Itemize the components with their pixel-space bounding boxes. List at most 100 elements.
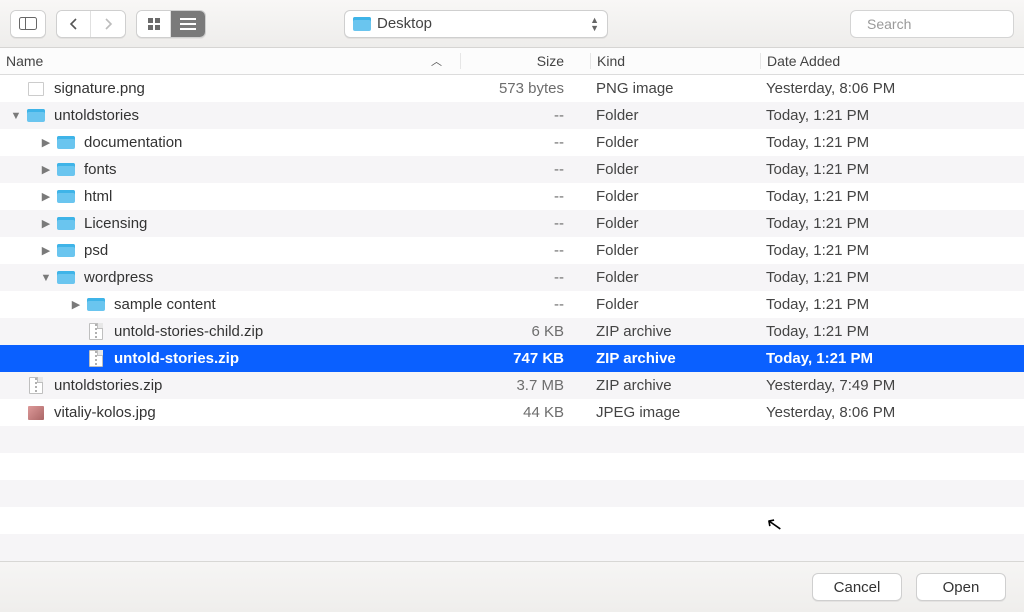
column-date[interactable]: Date Added	[760, 53, 1024, 69]
file-name: untoldstories.zip	[54, 377, 162, 394]
table-row[interactable]: untold-stories-child.zip6 KBZIP archiveT…	[0, 318, 1024, 345]
search-field[interactable]	[850, 10, 1014, 38]
disclosure-triangle-icon[interactable]: ▶	[40, 217, 52, 230]
file-date: Today, 1:21 PM	[760, 107, 1024, 124]
folder-icon	[56, 163, 76, 176]
file-kind: ZIP archive	[590, 323, 760, 340]
file-size: --	[460, 242, 590, 259]
file-name: Licensing	[84, 215, 147, 232]
image-file-icon	[26, 82, 46, 96]
file-kind: Folder	[590, 161, 760, 178]
table-row[interactable]: ▶documentation--FolderToday, 1:21 PM	[0, 129, 1024, 156]
file-name: fonts	[84, 161, 117, 178]
table-row[interactable]: ▶psd--FolderToday, 1:21 PM	[0, 237, 1024, 264]
column-header: Name ︿ Size Kind Date Added	[0, 48, 1024, 75]
file-size: 3.7 MB	[460, 377, 590, 394]
view-mode-group	[136, 10, 206, 38]
disclosure-triangle-icon[interactable]: ▶	[40, 244, 52, 257]
sidebar-toggle-button[interactable]	[11, 11, 45, 37]
search-input[interactable]	[867, 16, 1024, 32]
column-kind[interactable]: Kind	[590, 53, 760, 69]
file-kind: Folder	[590, 188, 760, 205]
file-kind: ZIP archive	[590, 350, 760, 367]
table-row-empty	[0, 507, 1024, 534]
disclosure-triangle-icon[interactable]: ▼	[10, 110, 22, 122]
sort-indicator-icon: ︿	[431, 53, 442, 69]
table-row-empty	[0, 453, 1024, 480]
footer: Cancel Open	[0, 561, 1024, 612]
file-size: 6 KB	[460, 323, 590, 340]
column-name-label: Name	[6, 53, 43, 69]
file-name: signature.png	[54, 80, 145, 97]
file-date: Today, 1:21 PM	[760, 134, 1024, 151]
disclosure-triangle-icon[interactable]: ▶	[40, 136, 52, 149]
table-row-empty	[0, 426, 1024, 453]
disclosure-triangle-icon[interactable]: ▶	[70, 298, 82, 311]
file-kind: ZIP archive	[590, 377, 760, 394]
file-kind: JPEG image	[590, 404, 760, 421]
chevron-right-icon	[103, 18, 113, 30]
table-row[interactable]: ▼wordpress--FolderToday, 1:21 PM	[0, 264, 1024, 291]
file-size: --	[460, 215, 590, 232]
file-date: Today, 1:21 PM	[760, 161, 1024, 178]
disclosure-triangle-icon[interactable]: ▶	[40, 163, 52, 176]
file-kind: Folder	[590, 269, 760, 286]
table-row[interactable]: untoldstories.zip 3.7 MBZIP archiveYester…	[0, 372, 1024, 399]
file-name: untold-stories.zip	[114, 350, 239, 367]
file-date: Today, 1:21 PM	[760, 188, 1024, 205]
cancel-button[interactable]: Cancel	[812, 573, 902, 601]
folder-icon	[353, 17, 371, 31]
folder-icon	[56, 271, 76, 284]
file-size: --	[460, 134, 590, 151]
disclosure-triangle-icon[interactable]: ▶	[40, 190, 52, 203]
folder-icon	[56, 244, 76, 257]
table-row[interactable]: ▶Licensing--FolderToday, 1:21 PM	[0, 210, 1024, 237]
file-kind: PNG image	[590, 80, 760, 97]
file-date: Today, 1:21 PM	[760, 323, 1024, 340]
file-size: 44 KB	[460, 404, 590, 421]
file-date: Yesterday, 8:06 PM	[760, 80, 1024, 97]
folder-icon	[56, 217, 76, 230]
file-date: Today, 1:21 PM	[760, 296, 1024, 313]
table-row[interactable]: untold-stories.zip 747 KBZIP archiveToday…	[0, 345, 1024, 372]
updown-icon: ▲▼	[590, 16, 599, 32]
table-row[interactable]: ▶fonts--FolderToday, 1:21 PM	[0, 156, 1024, 183]
forward-button[interactable]	[91, 11, 125, 37]
table-row[interactable]: ▶ html --FolderToday, 1:21 PM	[0, 183, 1024, 210]
file-size: --	[460, 296, 590, 313]
disclosure-triangle-icon[interactable]: ▼	[40, 272, 52, 284]
file-size: 747 KB	[460, 350, 590, 367]
sidebar-icon	[19, 17, 37, 30]
zip-file-icon	[26, 377, 46, 394]
grid-icon	[147, 17, 161, 31]
toolbar: Desktop ▲▼	[0, 0, 1024, 48]
open-button[interactable]: Open	[916, 573, 1006, 601]
folder-icon	[56, 136, 76, 149]
zip-file-icon	[86, 323, 106, 340]
table-row[interactable]: ▶sample content--FolderToday, 1:21 PM	[0, 291, 1024, 318]
file-name: vitaliy-kolos.jpg	[54, 404, 156, 421]
table-row-empty	[0, 534, 1024, 561]
file-name: html	[84, 188, 112, 205]
column-name[interactable]: Name ︿	[0, 53, 460, 69]
table-row[interactable]: ▼untoldstories--FolderToday, 1:21 PM	[0, 102, 1024, 129]
image-file-icon	[26, 406, 46, 420]
file-date: Yesterday, 7:49 PM	[760, 377, 1024, 394]
file-size: --	[460, 188, 590, 205]
nav-group	[56, 10, 126, 38]
location-dropdown[interactable]: Desktop ▲▼	[344, 10, 608, 38]
file-date: Today, 1:21 PM	[760, 269, 1024, 286]
table-row[interactable]: vitaliy-kolos.jpg 44 KBJPEG imageYesterda…	[0, 399, 1024, 426]
file-name: untoldstories	[54, 107, 139, 124]
file-size: --	[460, 107, 590, 124]
table-row[interactable]: signature.png573 bytesPNG imageYesterday…	[0, 75, 1024, 102]
file-date: Yesterday, 8:06 PM	[760, 404, 1024, 421]
file-list[interactable]: signature.png573 bytesPNG imageYesterday…	[0, 75, 1024, 561]
icon-view-button[interactable]	[137, 11, 171, 37]
column-size[interactable]: Size	[460, 53, 590, 69]
back-button[interactable]	[57, 11, 91, 37]
folder-icon	[86, 298, 106, 311]
file-name: documentation	[84, 134, 182, 151]
list-view-button[interactable]	[171, 11, 205, 37]
file-date: Today, 1:21 PM	[760, 350, 1024, 367]
